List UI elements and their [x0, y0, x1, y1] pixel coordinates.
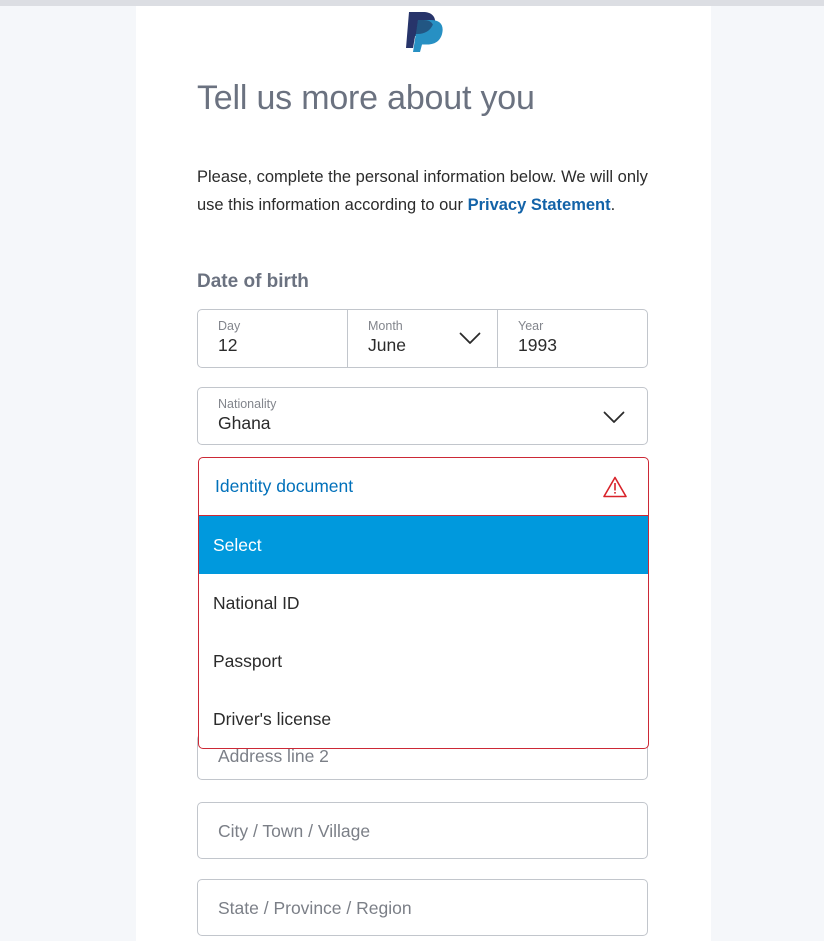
chevron-down-icon[interactable]: [459, 332, 481, 345]
intro-paragraph: Please, complete the personal informatio…: [197, 164, 648, 219]
nationality-label: Nationality: [218, 397, 277, 411]
dob-year-field[interactable]: Year 1993: [498, 310, 647, 367]
nationality-value: Ghana: [218, 413, 271, 433]
intro-text-after: .: [610, 195, 616, 214]
chevron-down-icon[interactable]: [603, 411, 625, 424]
dob-year-label: Year: [518, 319, 544, 333]
city-placeholder: City / Town / Village: [218, 821, 371, 841]
identity-document-option-drivers-license[interactable]: Driver's license: [199, 690, 648, 748]
identity-document-option-list[interactable]: Select National ID Passport Driver's lic…: [199, 516, 648, 748]
nationality-select[interactable]: Nationality Ghana: [197, 387, 648, 445]
state-placeholder: State / Province / Region: [218, 898, 412, 918]
dob-month-field[interactable]: Month June: [348, 310, 498, 367]
identity-document-option-national-id[interactable]: National ID: [199, 574, 648, 632]
identity-document-label: Identity document: [215, 476, 354, 496]
paypal-logo-icon: [405, 8, 443, 57]
dob-year-value: 1993: [518, 335, 557, 355]
brand-header: [136, 8, 711, 57]
state-input[interactable]: State / Province / Region: [197, 879, 648, 936]
identity-document-control[interactable]: Identity document: [199, 458, 648, 516]
dob-month-label: Month: [368, 319, 403, 333]
privacy-statement-link[interactable]: Privacy Statement: [468, 196, 611, 214]
page-title: Tell us more about you: [197, 79, 535, 117]
date-of-birth-heading: Date of birth: [197, 271, 309, 292]
identity-document-option-select[interactable]: Select: [199, 516, 648, 574]
dob-day-label: Day: [218, 319, 241, 333]
dob-day-field[interactable]: Day 12: [198, 310, 348, 367]
identity-document-option-passport[interactable]: Passport: [199, 632, 648, 690]
dob-day-value: 12: [218, 335, 238, 355]
date-of-birth-field-group: Day 12 Month June Year 1993: [197, 309, 648, 368]
warning-triangle-icon: [602, 475, 628, 499]
identity-document-select[interactable]: Identity document Select National ID Pas…: [198, 457, 649, 749]
city-input[interactable]: City / Town / Village: [197, 802, 648, 859]
